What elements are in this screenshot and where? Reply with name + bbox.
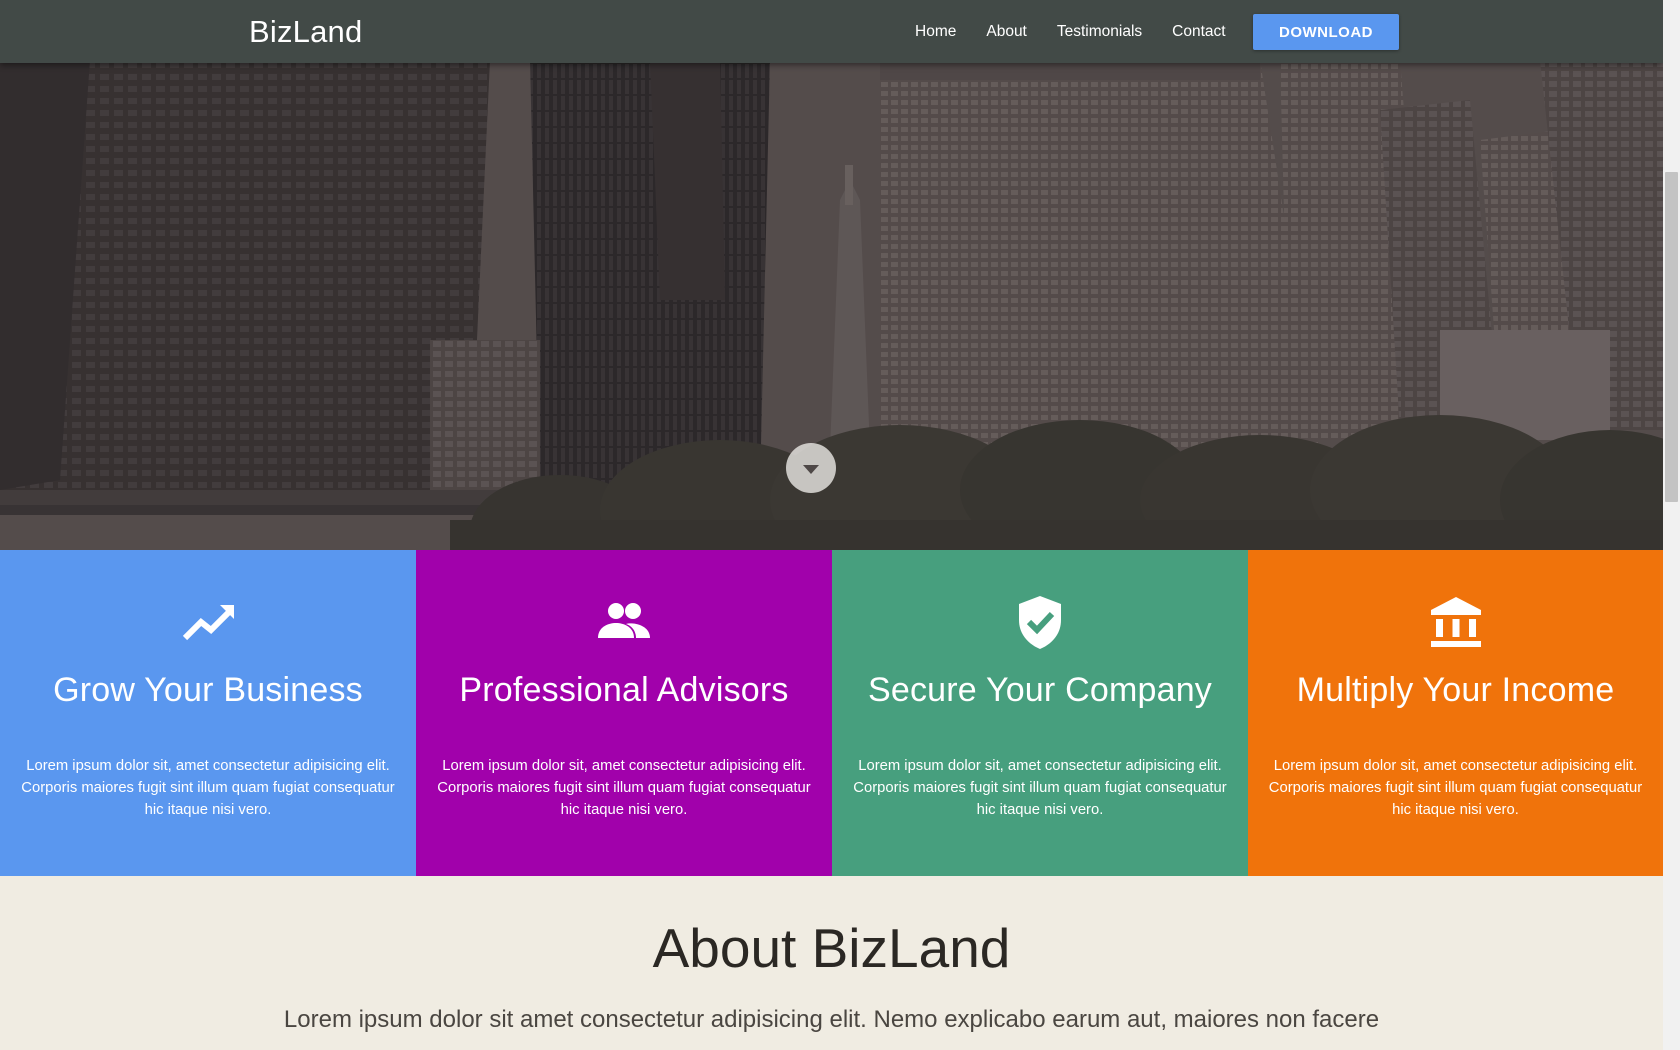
scrollbar-thumb[interactable] bbox=[1665, 172, 1678, 502]
feature-text: Lorem ipsum dolor sit, amet consectetur … bbox=[21, 758, 395, 818]
feature-title: Professional Advisors bbox=[459, 671, 789, 709]
hero-section bbox=[0, 0, 1663, 550]
page: BizLand Home About Testimonials Contact … bbox=[0, 0, 1680, 1050]
feature-title: Grow Your Business bbox=[53, 671, 363, 709]
feature-title: Secure Your Company bbox=[867, 671, 1213, 709]
feature-text: Lorem ipsum dolor sit, amet consectetur … bbox=[1268, 758, 1643, 818]
verified-shield-icon bbox=[1019, 596, 1061, 649]
nav-link-home[interactable]: Home bbox=[915, 23, 956, 41]
feature-card-income: Multiply Your Income Lorem ipsum dolor s… bbox=[1248, 550, 1663, 876]
brand-logo[interactable]: BizLand bbox=[249, 14, 362, 50]
about-text: Lorem ipsum dolor sit amet consectetur a… bbox=[283, 1006, 1380, 1033]
page-content: BizLand Home About Testimonials Contact … bbox=[0, 0, 1663, 1050]
trending-up-icon bbox=[182, 605, 234, 641]
download-button[interactable]: DOWNLOAD bbox=[1253, 14, 1399, 50]
feature-text: Lorem ipsum dolor sit, amet consectetur … bbox=[853, 758, 1227, 818]
feature-text: Lorem ipsum dolor sit, amet consectetur … bbox=[437, 758, 811, 818]
nav-links: Home About Testimonials Contact bbox=[900, 0, 1241, 63]
nav-link-contact[interactable]: Contact bbox=[1172, 23, 1225, 41]
about-title: About BizLand bbox=[652, 917, 1011, 979]
feature-card-grow: Grow Your Business Lorem ipsum dolor sit… bbox=[0, 550, 416, 876]
chevron-down-icon bbox=[803, 465, 819, 474]
feature-title: Multiply Your Income bbox=[1296, 671, 1615, 709]
feature-card-advisors: Professional Advisors Lorem ipsum dolor … bbox=[416, 550, 832, 876]
navbar: BizLand Home About Testimonials Contact … bbox=[0, 0, 1663, 63]
nav-link-about[interactable]: About bbox=[986, 23, 1027, 41]
people-icon bbox=[598, 603, 650, 638]
feature-card-secure: Secure Your Company Lorem ipsum dolor si… bbox=[832, 550, 1248, 876]
scrollbar[interactable] bbox=[1663, 0, 1680, 1050]
bank-icon bbox=[1430, 597, 1481, 647]
scroll-down-button[interactable] bbox=[786, 443, 836, 493]
features-section: Grow Your Business Lorem ipsum dolor sit… bbox=[0, 550, 1663, 876]
nav-link-testimonials[interactable]: Testimonials bbox=[1057, 23, 1142, 41]
